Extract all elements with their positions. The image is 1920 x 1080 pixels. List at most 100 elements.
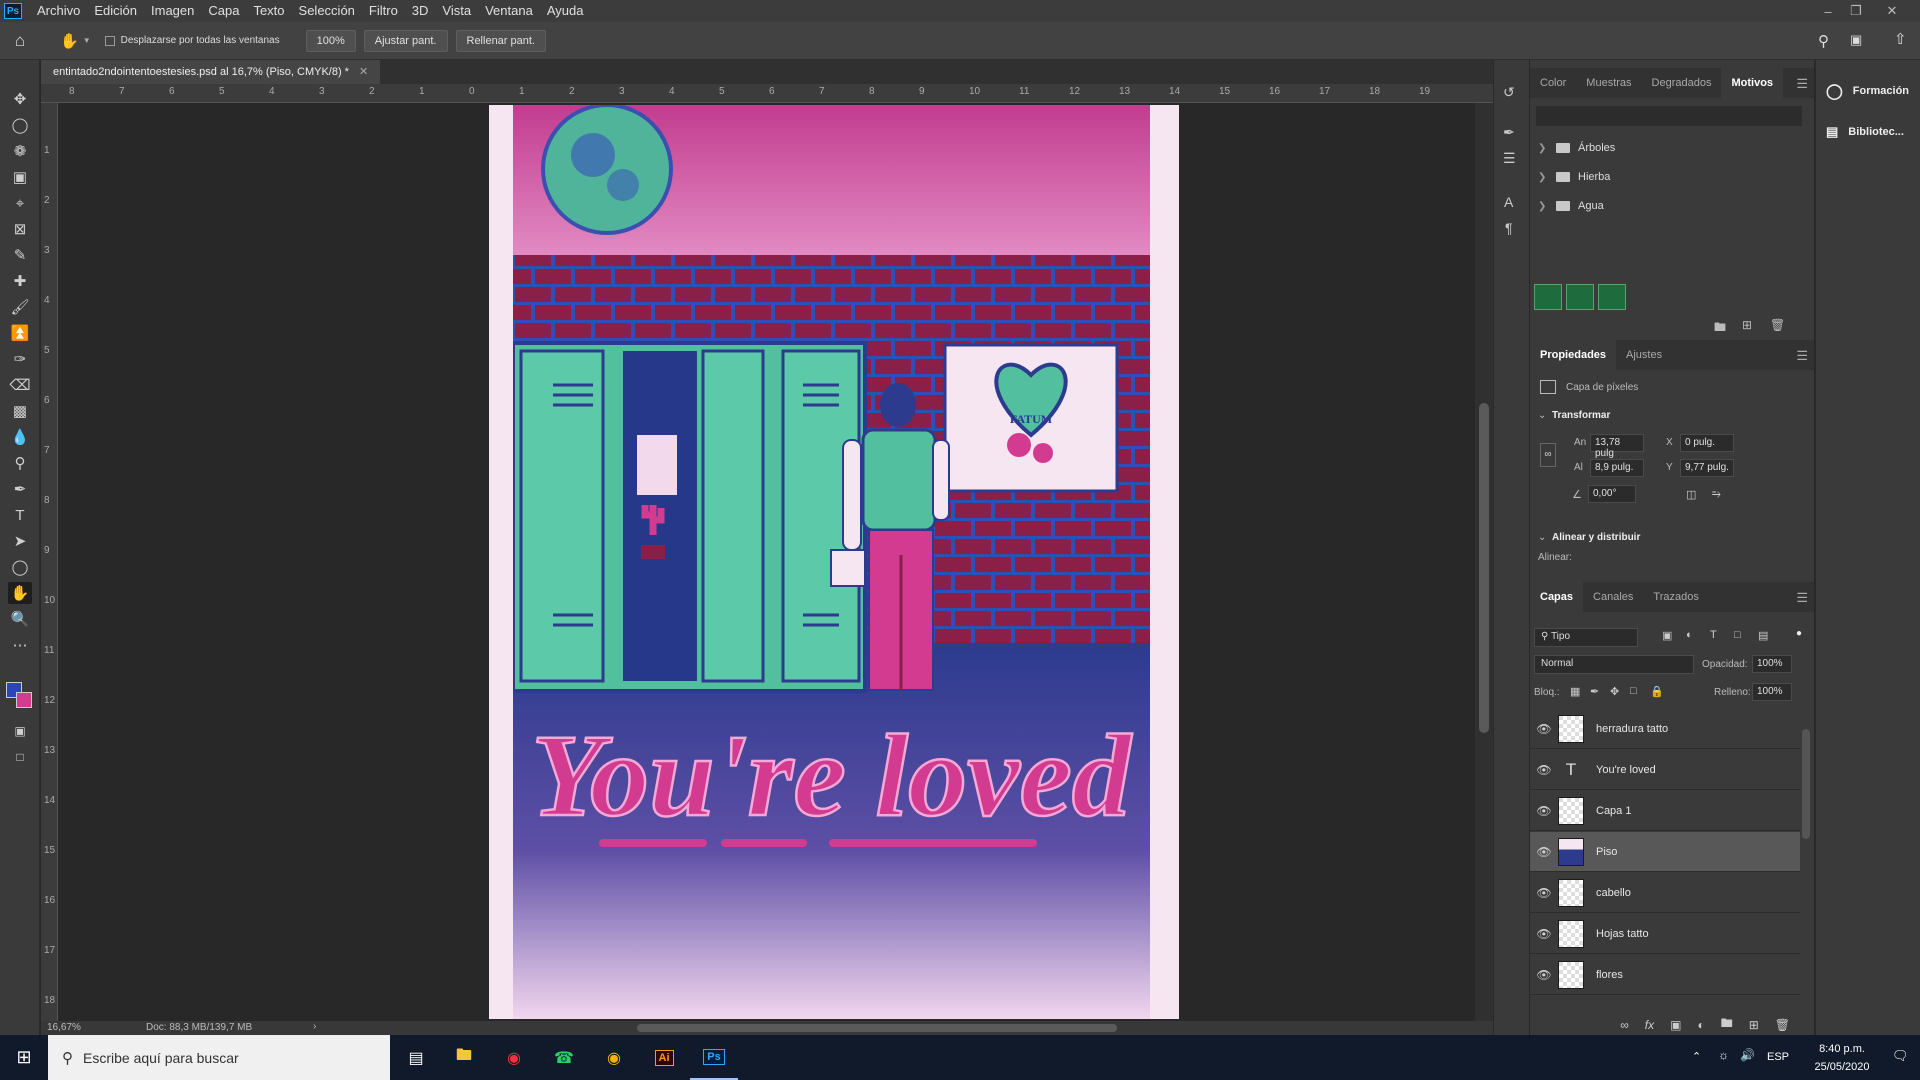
- visibility-eye-icon[interactable]: 👁: [1530, 763, 1558, 777]
- flip-horizontal-icon[interactable]: ◫: [1686, 488, 1696, 501]
- y-field[interactable]: 9,77 pulg.: [1680, 459, 1734, 477]
- height-field[interactable]: 8,9 pulg.: [1590, 459, 1644, 477]
- document-canvas[interactable]: FATUM You're loved: [489, 105, 1179, 1019]
- menu-edicion[interactable]: Edición: [87, 0, 144, 22]
- layers-scrollbar-thumb[interactable]: [1802, 729, 1810, 839]
- layer-row[interactable]: 👁 Piso: [1530, 832, 1800, 872]
- new-group-icon[interactable]: 🖿: [1721, 1014, 1733, 1035]
- panel-menu-icon[interactable]: ☰: [1796, 76, 1808, 92]
- gradient-tool-icon[interactable]: ▩: [8, 400, 32, 422]
- filter-type-icon[interactable]: T: [1710, 629, 1717, 641]
- menu-imagen[interactable]: Imagen: [144, 0, 201, 22]
- path-selection-icon[interactable]: ➤: [8, 530, 32, 552]
- link-layers-icon[interactable]: ∞: [1620, 1018, 1629, 1032]
- menu-capa[interactable]: Capa: [201, 0, 246, 22]
- paragraph-panel-icon[interactable]: ¶: [1505, 220, 1513, 236]
- eyedropper-icon[interactable]: ✎: [8, 244, 32, 266]
- illustrator-icon[interactable]: Ai: [640, 1035, 688, 1080]
- filter-shape-icon[interactable]: □: [1734, 629, 1741, 641]
- dodge-tool-icon[interactable]: ⚲: [8, 452, 32, 474]
- layer-filter-dropdown[interactable]: ⚲ Tipo: [1534, 628, 1638, 647]
- tab-trazados[interactable]: Trazados: [1643, 582, 1708, 612]
- show-hidden-icons-chevron-icon[interactable]: ⌃: [1692, 1050, 1701, 1063]
- lock-transparency-icon[interactable]: ▦: [1570, 685, 1580, 698]
- visibility-eye-icon[interactable]: 👁: [1530, 886, 1558, 900]
- canvas-area[interactable]: FATUM You're loved: [58, 103, 1475, 1021]
- chevron-down-icon[interactable]: ⌄: [1538, 410, 1546, 421]
- ellipse-tool-icon[interactable]: ◯: [8, 556, 32, 578]
- lock-position-icon[interactable]: ✥: [1610, 685, 1619, 698]
- lock-artboard-icon[interactable]: □: [1630, 685, 1637, 697]
- zoom-tool-icon[interactable]: 🔍: [8, 608, 32, 630]
- object-selection-icon[interactable]: ▣: [8, 166, 32, 188]
- learn-button[interactable]: ◯ Formación: [1826, 82, 1909, 100]
- menu-seleccion[interactable]: Selección: [292, 0, 362, 22]
- character-panel-icon[interactable]: A: [1504, 194, 1513, 210]
- notifications-icon[interactable]: 🗨: [1892, 1048, 1909, 1064]
- clock-time[interactable]: 8:40 p.m.: [1806, 1043, 1878, 1055]
- pattern-swatch[interactable]: [1534, 284, 1562, 310]
- lock-all-icon[interactable]: 🔒: [1650, 685, 1664, 698]
- status-menu-chevron-icon[interactable]: ›: [313, 1021, 316, 1032]
- wifi-icon[interactable]: ☼: [1718, 1048, 1729, 1062]
- layer-row[interactable]: 👁 flores: [1530, 955, 1800, 995]
- pattern-swatch[interactable]: [1598, 284, 1626, 310]
- tab-motivos[interactable]: Motivos: [1721, 68, 1784, 98]
- healing-brush-icon[interactable]: ✚: [8, 270, 32, 292]
- layer-row[interactable]: 👁 herradura tatto: [1530, 709, 1800, 749]
- chevron-down-icon[interactable]: ⌄: [1538, 532, 1546, 543]
- new-pattern-icon[interactable]: ⊞: [1742, 318, 1752, 332]
- frame-tool-icon[interactable]: ⊠: [8, 218, 32, 240]
- history-brush-icon[interactable]: ✑: [8, 348, 32, 370]
- task-view-icon[interactable]: ▤: [392, 1035, 440, 1080]
- visibility-eye-icon[interactable]: 👁: [1530, 968, 1558, 982]
- history-panel-icon[interactable]: ↺: [1503, 84, 1515, 101]
- crop-tool-icon[interactable]: ⌖: [8, 192, 32, 214]
- pattern-swatch[interactable]: [1566, 284, 1594, 310]
- adjustment-layer-icon[interactable]: ◐: [1697, 1018, 1704, 1032]
- language-indicator[interactable]: ESP: [1767, 1051, 1789, 1063]
- flip-vertical-icon[interactable]: ⥱: [1712, 488, 1721, 501]
- menu-filtro[interactable]: Filtro: [362, 0, 405, 22]
- share-icon[interactable]: ⇧: [1894, 30, 1907, 48]
- opacity-field[interactable]: 100%: [1752, 655, 1792, 673]
- new-layer-icon[interactable]: ⊞: [1749, 1018, 1759, 1032]
- lock-pixels-icon[interactable]: ✒: [1590, 685, 1599, 698]
- menu-archivo[interactable]: Archivo: [30, 0, 87, 22]
- tab-propiedades[interactable]: Propiedades: [1530, 340, 1617, 370]
- folder-arboles[interactable]: ❯ Árboles: [1538, 136, 1615, 160]
- new-group-icon[interactable]: 🖿: [1714, 318, 1726, 339]
- hand-tool-icon[interactable]: ✋: [8, 582, 32, 604]
- close-tab-icon[interactable]: ✕: [359, 60, 368, 84]
- menu-ventana[interactable]: Ventana: [478, 0, 540, 22]
- volume-icon[interactable]: 🔊: [1740, 1048, 1755, 1062]
- blend-mode-dropdown[interactable]: Normal: [1534, 655, 1694, 674]
- width-field[interactable]: 13,78 pulg: [1590, 434, 1644, 459]
- blur-tool-icon[interactable]: 💧: [8, 426, 32, 448]
- folder-agua[interactable]: ❯ Agua: [1538, 194, 1604, 218]
- fit-screen-button[interactable]: Ajustar pant.: [363, 29, 448, 52]
- taskbar-search-box[interactable]: ⚲ Escribe aquí para buscar: [48, 1035, 390, 1080]
- document-tab[interactable]: entintado2ndointentoestesies.psd al 16,7…: [41, 60, 381, 84]
- tab-degradados[interactable]: Degradados: [1642, 68, 1722, 98]
- visibility-eye-icon[interactable]: 👁: [1530, 927, 1558, 941]
- search-icon[interactable]: ⚲: [1818, 32, 1829, 50]
- chrome-alt-icon[interactable]: ◉: [490, 1035, 538, 1080]
- menu-ayuda[interactable]: Ayuda: [540, 0, 591, 22]
- patterns-search-field[interactable]: [1536, 106, 1802, 126]
- windows-start-icon[interactable]: ⊞: [0, 1047, 48, 1068]
- whatsapp-icon[interactable]: ☎: [540, 1035, 588, 1080]
- brush-settings-icon[interactable]: ✒: [1503, 124, 1515, 141]
- pen-tool-icon[interactable]: ✒: [8, 478, 32, 500]
- more-tools-icon[interactable]: ⋯: [8, 634, 32, 656]
- fx-icon[interactable]: fx: [1645, 1018, 1654, 1032]
- brush-tool-icon[interactable]: 🖌: [8, 296, 32, 318]
- link-dimensions-icon[interactable]: ∞: [1540, 443, 1556, 467]
- panel-menu-icon[interactable]: ☰: [1796, 590, 1808, 606]
- trash-icon[interactable]: 🗑: [1770, 318, 1785, 332]
- scrollbar-thumb[interactable]: [1479, 403, 1489, 733]
- menu-vista[interactable]: Vista: [435, 0, 478, 22]
- type-tool-icon[interactable]: T: [8, 504, 32, 526]
- horizontal-scrollbar-thumb[interactable]: [637, 1024, 1117, 1032]
- eraser-tool-icon[interactable]: ⌫: [8, 374, 32, 396]
